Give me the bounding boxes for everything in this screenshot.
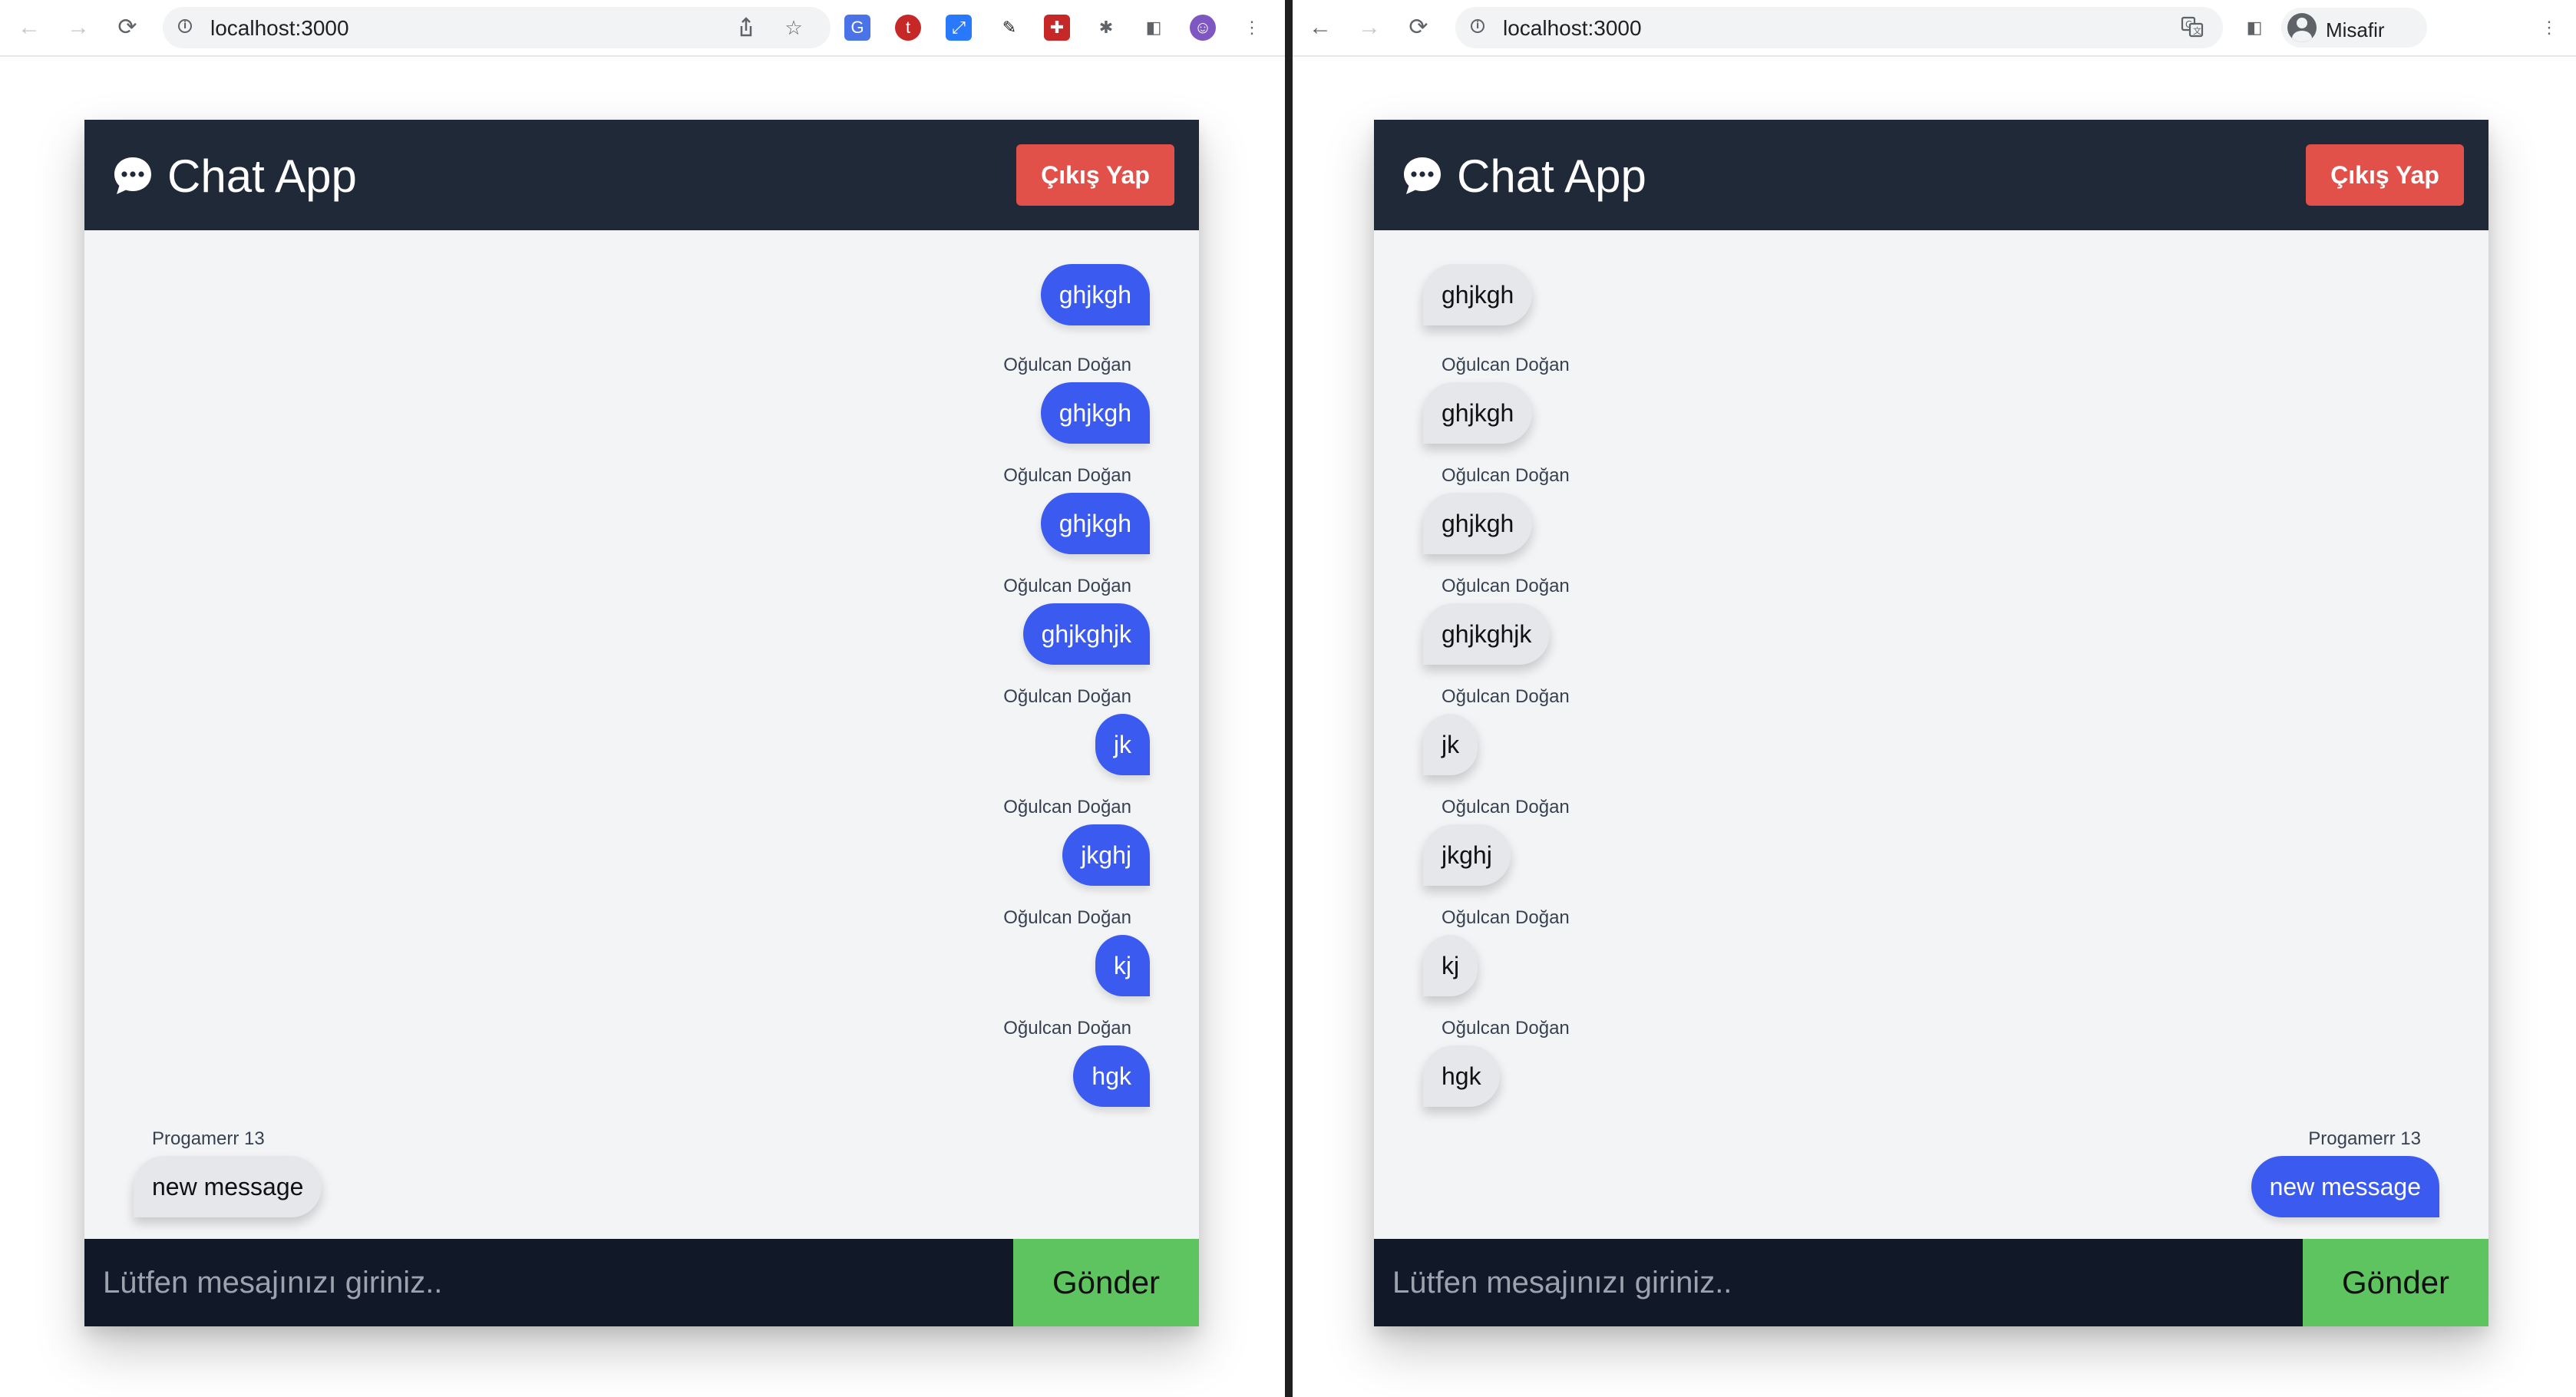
message-input[interactable] (84, 1239, 1013, 1326)
message-composer: Gönder (1374, 1239, 2488, 1326)
address-bar[interactable]: i localhost:3000 G文 (1455, 7, 2223, 48)
chat-app-card: Chat App Çıkış Yap ghjkgh Oğulcan Doğan … (84, 120, 1199, 1326)
svg-text:文: 文 (2193, 25, 2201, 36)
message-author: Progamerr 13 (2308, 1128, 2421, 1149)
puzzle-extensions-icon[interactable]: ✱ (1093, 15, 1119, 41)
chat-bubble-icon (114, 157, 151, 194)
reload-icon[interactable]: ⟳ (111, 11, 144, 45)
message-author: Oğulcan Doğan (1442, 797, 1570, 817)
message-author: Oğulcan Doğan (1003, 797, 1131, 817)
message-bubble[interactable]: jkghj (1423, 824, 1511, 886)
message-bubble[interactable]: ghjkgh (1040, 264, 1150, 325)
message-author: Oğulcan Doğan (1442, 1018, 1570, 1039)
message-input[interactable] (1374, 1239, 2303, 1326)
logout-button[interactable]: Çıkış Yap (1016, 144, 1174, 206)
side-panel-icon[interactable]: ◧ (1141, 15, 1167, 41)
app-title: Chat App (1457, 150, 1646, 202)
app-title: Chat App (167, 150, 357, 202)
message-bubble[interactable]: ghjkghjk (1022, 603, 1150, 665)
color-picker-extension-icon[interactable]: ✎ (996, 15, 1022, 41)
message-bubble[interactable]: jk (1423, 714, 1478, 775)
translate-icon[interactable]: G文 (2180, 15, 2204, 40)
resize-extension-icon[interactable]: ⤢ (946, 15, 972, 41)
message-composer: Gönder (84, 1239, 1199, 1326)
chat-app-card: Chat App Çıkış Yap ghjkgh Oğulcan Doğan … (1374, 120, 2488, 1326)
message-bubble[interactable]: ghjkgh (1040, 493, 1150, 554)
message-author: Oğulcan Doğan (1442, 907, 1570, 928)
message-bubble[interactable]: hgk (1423, 1045, 1500, 1107)
back-icon[interactable]: ← (12, 11, 46, 45)
message-bubble[interactable]: jkghj (1062, 824, 1150, 886)
send-button[interactable]: Gönder (1013, 1239, 1199, 1326)
profile-avatar-icon[interactable]: ☺ (1190, 15, 1216, 41)
game-extension-icon[interactable]: ✚ (1044, 15, 1070, 41)
share-icon[interactable] (734, 15, 758, 40)
message-bubble[interactable]: kj (1423, 935, 1478, 996)
message-author: Oğulcan Doğan (1442, 576, 1570, 596)
profile-name: Misafir (2326, 18, 2385, 41)
address-url[interactable]: localhost:3000 (210, 18, 349, 39)
message-bubble[interactable]: ghjkgh (1423, 493, 1533, 554)
message-bubble[interactable]: kj (1095, 935, 1150, 996)
message-bubble[interactable]: new message (134, 1156, 322, 1217)
message-author: Progamerr 13 (152, 1128, 265, 1149)
message-bubble[interactable]: jk (1095, 714, 1150, 775)
message-author: Oğulcan Doğan (1003, 576, 1131, 596)
message-bubble[interactable]: new message (2251, 1156, 2439, 1217)
message-author: Oğulcan Doğan (1003, 355, 1131, 375)
forward-icon[interactable]: → (61, 11, 95, 45)
guest-avatar-icon (2287, 13, 2317, 42)
message-author: Oğulcan Doğan (1003, 465, 1131, 486)
message-bubble[interactable]: ghjkghjk (1423, 603, 1551, 665)
kebab-menu-icon[interactable]: ⋮ (2536, 15, 2562, 41)
logout-button[interactable]: Çıkış Yap (2306, 144, 2464, 206)
bookmark-star-icon[interactable]: ☆ (781, 15, 806, 40)
app-header: Chat App Çıkış Yap (84, 120, 1199, 230)
guest-profile-chip[interactable]: Misafir (2281, 8, 2427, 48)
site-info-icon[interactable]: i (178, 19, 192, 33)
message-bubble[interactable]: ghjkgh (1040, 382, 1150, 444)
browser-toolbar: ← → ⟳ i localhost:3000 ☆ G t ⤢ ✎ ✚ ✱ ◧ ☺… (0, 0, 1285, 57)
address-url[interactable]: localhost:3000 (1503, 18, 1642, 39)
browser-toolbar: ← → ⟳ i localhost:3000 G文 ◧ Misafir ⋮ (1293, 0, 2576, 57)
kebab-menu-icon[interactable]: ⋮ (1239, 15, 1265, 41)
message-author: Oğulcan Doğan (1003, 686, 1131, 707)
message-bubble[interactable]: ghjkgh (1423, 264, 1533, 325)
message-author: Oğulcan Doğan (1003, 1018, 1131, 1039)
translate-extension-icon[interactable]: G (844, 15, 870, 41)
browser-window-right: ← → ⟳ i localhost:3000 G文 ◧ Misafir ⋮ Ch… (1293, 0, 2576, 1397)
message-bubble[interactable]: ghjkgh (1423, 382, 1533, 444)
message-author: Oğulcan Doğan (1442, 355, 1570, 375)
forward-icon[interactable]: → (1352, 11, 1386, 45)
message-author: Oğulcan Doğan (1442, 686, 1570, 707)
message-bubble[interactable]: hgk (1073, 1045, 1150, 1107)
message-list[interactable]: ghjkgh Oğulcan Doğan ghjkgh Oğulcan Doğa… (84, 230, 1199, 1239)
app-header: Chat App Çıkış Yap (1374, 120, 2488, 230)
browser-window-left: ← → ⟳ i localhost:3000 ☆ G t ⤢ ✎ ✚ ✱ ◧ ☺… (0, 0, 1285, 1397)
back-icon[interactable]: ← (1303, 11, 1337, 45)
side-panel-icon[interactable]: ◧ (2241, 15, 2267, 41)
message-author: Oğulcan Doğan (1442, 465, 1570, 486)
send-button[interactable]: Gönder (2303, 1239, 2488, 1326)
message-author: Oğulcan Doğan (1003, 907, 1131, 928)
address-bar[interactable]: i localhost:3000 ☆ (163, 7, 831, 48)
site-info-icon[interactable]: i (1471, 19, 1485, 33)
reload-icon[interactable]: ⟳ (1402, 11, 1435, 45)
message-list[interactable]: ghjkgh Oğulcan Doğan ghjkgh Oğulcan Doğa… (1374, 230, 2488, 1239)
chat-bubble-icon (1404, 157, 1441, 194)
t-extension-icon[interactable]: t (895, 15, 921, 41)
